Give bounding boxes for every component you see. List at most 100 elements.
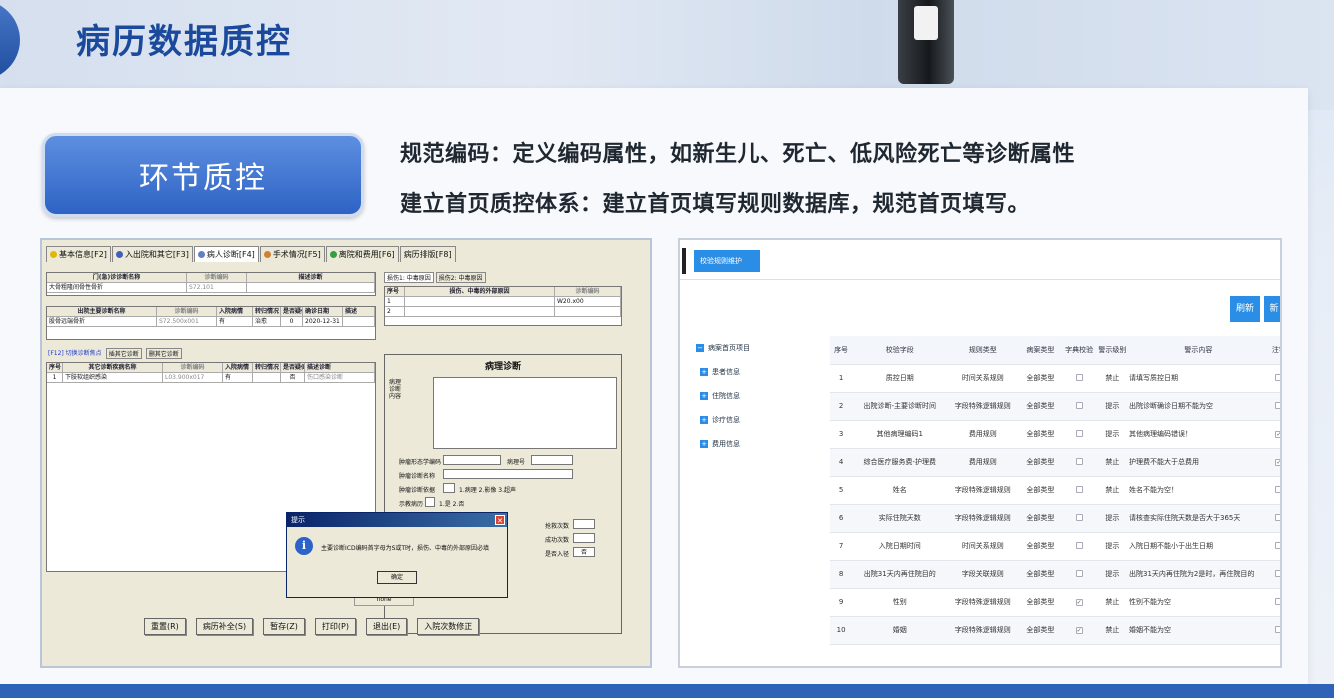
- table-row[interactable]: 2 出院诊断-主要诊断时间 字段特殊逻辑规则 全部类型 提示 出院诊断确诊日期不能为空: [830, 392, 1280, 421]
- tab-surgery[interactable]: 手术情况[F5]: [259, 246, 325, 262]
- checkbox[interactable]: [1075, 513, 1083, 521]
- pathology-content-label: 病理诊断内容: [389, 379, 402, 400]
- insert-diagnosis-button[interactable]: 插其它诊断: [105, 348, 142, 359]
- pencil-icon: [115, 251, 123, 258]
- new-button[interactable]: 新: [1264, 296, 1280, 322]
- checkbox[interactable]: [1275, 541, 1280, 549]
- row-rule: 费用规则: [947, 448, 1019, 477]
- checkbox[interactable]: [1275, 597, 1280, 605]
- main-diagnosis-grid[interactable]: 出院主要诊断名称 诊断编码 入院病情 转归情况 是否疑似 确诊日期 描述 股骨远…: [46, 306, 376, 340]
- rescue-count-input[interactable]: [573, 519, 595, 529]
- tumor-morph-input[interactable]: [443, 455, 501, 465]
- table-row[interactable]: 1 W20.x00: [385, 297, 621, 307]
- row-rule: 字段关联规则: [947, 560, 1019, 589]
- checkbox[interactable]: [1075, 401, 1083, 409]
- col-no: 序号: [830, 336, 853, 365]
- checkbox[interactable]: [1275, 373, 1280, 381]
- tab-rule-maintenance[interactable]: 校验规则维护: [694, 250, 760, 272]
- checkbox[interactable]: ✓: [1075, 599, 1083, 606]
- tree-item-cost[interactable]: + 费用信息: [696, 432, 826, 456]
- checkbox[interactable]: [1275, 401, 1280, 409]
- table-row[interactable]: 8 出院31天内再住院目的 字段关联规则 全部类型 提示 出院31天内再住院为2是时，再住…: [830, 560, 1280, 589]
- info-icon: i: [295, 537, 313, 555]
- tumor-basis-options: 1.病理 2.影像 3.超声: [459, 487, 516, 494]
- tab-injury-2[interactable]: 损伤2: 中毒原因: [435, 272, 486, 283]
- row-dict-checkbox: [1062, 504, 1096, 533]
- tree-item-inpatient[interactable]: + 住院信息: [696, 384, 826, 408]
- switch-focus-link[interactable]: [F12] 切换诊断焦点: [48, 348, 102, 359]
- print-button[interactable]: 打印(P): [314, 618, 356, 635]
- row-message: 入院日期不能小于出生日期: [1128, 532, 1268, 561]
- table-row[interactable]: 2: [385, 307, 621, 317]
- refresh-button[interactable]: 刷新: [1230, 296, 1260, 322]
- pathway-select[interactable]: 否: [573, 547, 595, 557]
- checkbox[interactable]: [1075, 485, 1083, 493]
- table-row[interactable]: 7 入院日期时间 时间关系规则 全部类型 提示 入院日期不能小于出生日期: [830, 532, 1280, 561]
- checkbox[interactable]: [1075, 429, 1083, 437]
- table-row[interactable]: 10 婚姻 字段特殊逻辑规则 全部类型 ✓ 禁止 婚姻不能为空: [830, 616, 1280, 645]
- tumor-basis-input[interactable]: [443, 483, 455, 493]
- pathology-no-input[interactable]: [531, 455, 573, 465]
- close-icon[interactable]: ✕: [495, 515, 505, 525]
- delete-diagnosis-button[interactable]: 删其它诊断: [145, 348, 182, 359]
- expand-icon: +: [700, 392, 708, 400]
- checkbox[interactable]: ✓: [1275, 459, 1280, 466]
- success-count-input[interactable]: [573, 533, 595, 543]
- tab-discharge-cost[interactable]: 离院和费用[F6]: [325, 246, 399, 262]
- exit-button[interactable]: 退出(E): [365, 618, 408, 635]
- row-rule: 字段特殊逻辑规则: [947, 476, 1019, 505]
- injury-cause-grid[interactable]: 序号 损伤、中毒的外部原因 诊断编码 1 W20.x00 2: [384, 286, 622, 326]
- row-level: 提示: [1095, 560, 1129, 589]
- checkbox[interactable]: ✓: [1075, 627, 1083, 634]
- table-row[interactable]: 1 下肢软组织感染 L03.900x017 有 否 伤口感染诊断: [47, 373, 375, 383]
- outpatient-diagnosis-grid[interactable]: 门(急)诊诊断名称 诊断编码 描述诊断 大骨粗隆间骨性骨折 S72.101: [46, 272, 376, 296]
- checkbox[interactable]: [1275, 625, 1280, 633]
- tree-item-treatment[interactable]: + 诊疗信息: [696, 408, 826, 432]
- row-rule: 时间关系规则: [947, 364, 1019, 393]
- row-cancel-checkbox: [1267, 476, 1280, 505]
- table-row[interactable]: 6 实际住院天数 字段特殊逻辑规则 全部类型 提示 请核查实际住院天数是否大于365天: [830, 504, 1280, 533]
- fix-admission-count-button[interactable]: 入院次数修正: [417, 618, 480, 635]
- complete-record-button[interactable]: 病历补全(S): [195, 618, 254, 635]
- row-message: 请填写质控日期: [1128, 364, 1268, 393]
- tree-root[interactable]: − 病案首页项目: [696, 336, 826, 360]
- checkbox[interactable]: [1075, 541, 1083, 549]
- checkbox[interactable]: [1275, 513, 1280, 521]
- header-photo-cap: [914, 6, 938, 40]
- tumor-name-input[interactable]: [443, 469, 573, 479]
- table-header: 出院主要诊断名称 诊断编码 入院病情 转归情况 是否疑似 确诊日期 描述: [47, 307, 375, 317]
- checkbox[interactable]: [1275, 485, 1280, 493]
- table-row[interactable]: 9 性别 字段特殊逻辑规则 全部类型 ✓ 禁止 性别不能为空: [830, 588, 1280, 617]
- table-row[interactable]: 5 姓名 字段特殊逻辑规则 全部类型 禁止 姓名不能为空！: [830, 476, 1280, 505]
- tree-item-patient[interactable]: + 患者信息: [696, 360, 826, 384]
- tab-basic-info[interactable]: 基本信息[F2]: [46, 246, 111, 262]
- row-cancel-checkbox: [1267, 560, 1280, 589]
- dialog-ok-button[interactable]: 确定: [377, 571, 417, 584]
- tab-layout[interactable]: 病历排版[F8]: [399, 246, 456, 262]
- save-draft-button[interactable]: 暂存(Z): [263, 618, 305, 635]
- checkbox[interactable]: [1075, 457, 1083, 465]
- table-row[interactable]: 3 其他病理编码1 费用规则 全部类型 提示 其他病理编码错误！ ✓: [830, 420, 1280, 449]
- checkbox[interactable]: [1075, 373, 1083, 381]
- checkbox[interactable]: [1075, 569, 1083, 577]
- collapse-icon: −: [696, 344, 704, 352]
- row-type: 全部类型: [1018, 448, 1063, 477]
- tab-admission[interactable]: 入出院和其它[F3]: [111, 246, 193, 262]
- table-row[interactable]: 股骨远端骨折 S72.500x001 有 治愈 0 2020-12-31: [47, 317, 375, 327]
- teaching-case-input[interactable]: [425, 497, 435, 507]
- checkbox[interactable]: [1275, 569, 1280, 577]
- row-field: 实际住院天数: [852, 504, 948, 533]
- diagnosis-actions: [F12] 切换诊断焦点 插其它诊断 删其它诊断: [48, 348, 182, 359]
- row-type: 全部类型: [1018, 532, 1063, 561]
- table-row[interactable]: 大骨粗隆间骨性骨折 S72.101: [47, 283, 375, 293]
- row-field: 综合医疗服务费-护理费: [852, 448, 948, 477]
- reset-button[interactable]: 重置(R): [144, 618, 186, 635]
- checkbox[interactable]: ✓: [1275, 431, 1280, 438]
- success-count-label: 成功次数: [545, 537, 570, 544]
- pathology-textarea[interactable]: [433, 377, 617, 449]
- table-row[interactable]: 1 质控日期 时间关系规则 全部类型 禁止 请填写质控日期: [830, 364, 1280, 393]
- table-row[interactable]: 4 综合医疗服务费-护理费 费用规则 全部类型 禁止 护理费不能大于总费用 ✓: [830, 448, 1280, 477]
- tab-injury-1[interactable]: 损伤1: 中毒原因: [384, 272, 434, 283]
- tumor-morph-label: 肿瘤形态学编码: [399, 459, 442, 466]
- tab-diagnosis[interactable]: 病人诊断[F4]: [193, 246, 259, 262]
